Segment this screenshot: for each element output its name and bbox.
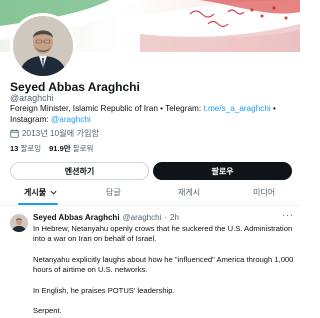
profile-bio: Foreign Minister, Islamic Republic of Ir… (10, 103, 295, 125)
profile-stats: 13 팔로잉 91.9만 팔로워 (10, 143, 93, 154)
tab-replies[interactable]: 답글 (106, 187, 121, 198)
post-paragraph: Netanyahu explicitly laughs about how he… (33, 254, 294, 275)
chevron-down-icon[interactable] (50, 190, 57, 195)
post-time[interactable]: 2h (170, 213, 179, 222)
bio-text: Foreign Minister, Islamic Republic of Ir… (10, 104, 204, 113)
profile-avatar[interactable] (10, 13, 76, 79)
post-paragraph: Serpent. (33, 306, 62, 316)
tab-media[interactable]: 미디어 (253, 187, 275, 198)
followers-link[interactable]: 91.9만 팔로워 (49, 144, 93, 153)
following-link[interactable]: 13 팔로잉 (10, 144, 41, 153)
post-avatar[interactable] (10, 214, 28, 232)
following-label: 팔로잉 (20, 144, 42, 153)
instagram-link[interactable]: @araghchi (51, 115, 91, 124)
tab-reposts[interactable]: 재게시 (178, 187, 200, 198)
followers-count: 91.9만 (49, 144, 71, 153)
followers-label: 팔로워 (72, 144, 94, 153)
profile-name: Seyed Abbas Araghchi (10, 80, 140, 94)
post-separator: · (164, 213, 168, 222)
post-item[interactable]: Seyed Abbas Araghchi @araghchi · 2h ··· … (0, 207, 300, 318)
joined-text: 2013년 10월에 가입함 (22, 129, 100, 138)
active-tab-indicator (18, 203, 58, 205)
avatar-photo (13, 16, 73, 76)
tab-posts[interactable]: 게시물 (24, 187, 57, 198)
post-author[interactable]: Seyed Abbas Araghchi (33, 213, 120, 222)
follow-button[interactable]: 팔로우 (153, 162, 292, 180)
profile-tabs: 게시물 답글 재게시 미디어 (0, 183, 300, 206)
post-paragraph: In English, he praises POTUS' leadership… (33, 285, 175, 295)
telegram-link[interactable]: t.me/s_a_araghchi (203, 104, 270, 113)
tab-posts-label: 게시물 (24, 188, 47, 197)
calendar-icon (10, 129, 19, 138)
post-handle[interactable]: @araghchi (123, 213, 162, 222)
post-text: In Hebrew, Netanyahu openly crows that h… (33, 224, 295, 318)
more-icon[interactable]: ··· (282, 210, 294, 221)
profile-handle: @araghchi (10, 93, 54, 103)
following-count: 13 (10, 144, 19, 153)
joined-date: 2013년 10월에 가입함 (10, 127, 99, 139)
post-paragraph: In Hebrew, Netanyahu openly crows that h… (33, 224, 293, 244)
post-header: Seyed Abbas Araghchi @araghchi · 2h (33, 213, 179, 222)
mention-button[interactable]: 멘션하기 (10, 162, 149, 180)
